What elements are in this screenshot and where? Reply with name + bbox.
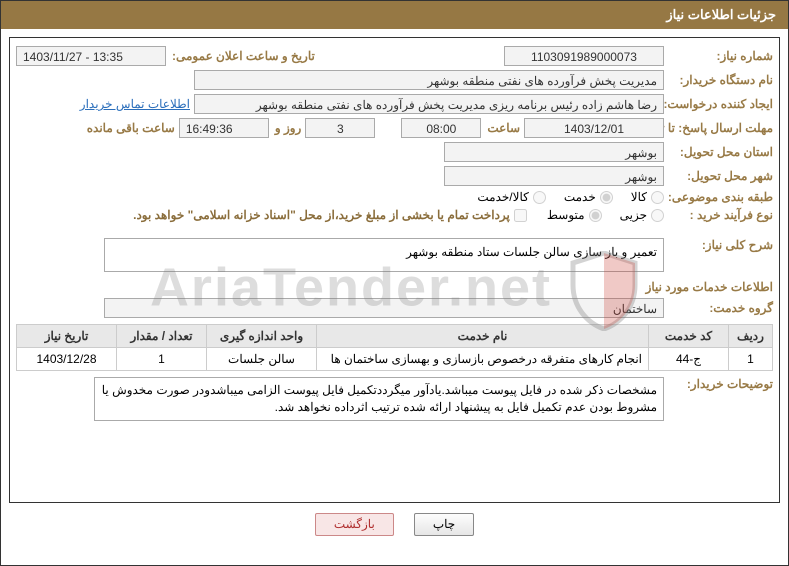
radio-service-input[interactable] [600,191,613,204]
treasury-note: پرداخت تمام یا بخشی از مبلغ خرید،از محل … [133,208,510,222]
treasury-checkbox[interactable] [514,209,527,222]
field-deadline-date: 1403/12/01 [524,118,664,138]
label-service-group: گروه خدمت: [668,301,773,315]
cell-unit: سالن جلسات [207,348,317,371]
radio-proc-medium[interactable]: متوسط [547,208,602,222]
cell-code: ج-44 [649,348,729,371]
table-header-row: ردیف کد خدمت نام خدمت واحد اندازه گیری ت… [17,325,773,348]
field-need-summary: تعمیر و باز سازی سالن جلسات ستاد منطقه ب… [104,238,664,272]
cell-date: 1403/12/28 [17,348,117,371]
section-services-info: اطلاعات خدمات مورد نیاز [16,280,773,294]
label-delivery-province: استان محل تحویل: [668,145,773,159]
radio-goods[interactable]: کالا [631,190,664,204]
label-need-no: شماره نیاز: [668,49,773,63]
label-hour: ساعت [485,121,520,135]
label-days-and: روز و [273,121,302,135]
label-buyer-org: نام دستگاه خریدار: [668,73,773,87]
field-delivery-city: بوشهر [444,166,664,186]
field-delivery-province: بوشهر [444,142,664,162]
label-hours-left: ساعت باقی مانده [85,121,175,135]
page-header: جزئیات اطلاعات نیاز [1,1,788,29]
th-unit: واحد اندازه گیری [207,325,317,348]
cell-qty: 1 [117,348,207,371]
th-code: کد خدمت [649,325,729,348]
details-panel: شماره نیاز: 1103091989000073 تاریخ و ساع… [9,37,780,503]
radio-service[interactable]: خدمت [564,190,613,204]
proc-type-radio-group: جزیی متوسط [547,208,664,222]
label-category: طبقه بندی موضوعی: [668,190,773,204]
cell-name: انجام کارهای متفرقه درخصوص بازسازی و بهس… [317,348,649,371]
th-date: تاریخ نیاز [17,325,117,348]
th-qty: تعداد / مقدار [117,325,207,348]
print-button[interactable]: چاپ [414,513,474,536]
label-proc-type: نوع فرآیند خرید : [668,208,773,222]
field-time-left: 16:49:36 [179,118,269,138]
field-service-group: ساختمان [104,298,664,318]
label-deadline: مهلت ارسال پاسخ: تا تاریخ: [668,121,773,135]
table-row: 1 ج-44 انجام کارهای متفرقه درخصوص بازساز… [17,348,773,371]
field-buyer-notes: مشخصات ذکر شده در فایل پیوست میباشد.یادآ… [94,377,664,421]
field-deadline-time: 08:00 [401,118,481,138]
field-buyer-org: مدیریت پخش فرآورده های نفتی منطقه بوشهر [194,70,664,90]
treasury-checkbox-row: پرداخت تمام یا بخشی از مبلغ خرید،از محل … [133,208,527,222]
label-delivery-city: شهر محل تحویل: [668,169,773,183]
radio-proc-medium-input[interactable] [589,209,602,222]
services-table: ردیف کد خدمت نام خدمت واحد اندازه گیری ت… [16,324,773,371]
radio-goods-service-input[interactable] [533,191,546,204]
label-requester: ایجاد کننده درخواست: [668,97,773,111]
th-name: نام خدمت [317,325,649,348]
radio-proc-small[interactable]: جزیی [620,208,664,222]
field-requester: رضا هاشم زاده رئیس برنامه ریزی مدیریت پخ… [194,94,664,114]
back-button[interactable]: بازگشت [315,513,394,536]
label-need-summary: شرح کلی نیاز: [668,238,773,252]
label-announce-dt: تاریخ و ساعت اعلان عمومی: [170,49,315,63]
category-radio-group: کالا خدمت کالا/خدمت [477,190,664,204]
field-announce-dt: 1403/11/27 - 13:35 [16,46,166,66]
radio-goods-input[interactable] [651,191,664,204]
buyer-contact-link[interactable]: اطلاعات تماس خریدار [80,97,190,111]
cell-row: 1 [729,348,773,371]
radio-proc-small-input[interactable] [651,209,664,222]
page-title: جزئیات اطلاعات نیاز [666,7,776,22]
field-need-no: 1103091989000073 [504,46,664,66]
radio-goods-service[interactable]: کالا/خدمت [477,190,545,204]
label-buyer-notes: توضیحات خریدار: [668,377,773,391]
th-row: ردیف [729,325,773,348]
field-days-left: 3 [305,118,375,138]
